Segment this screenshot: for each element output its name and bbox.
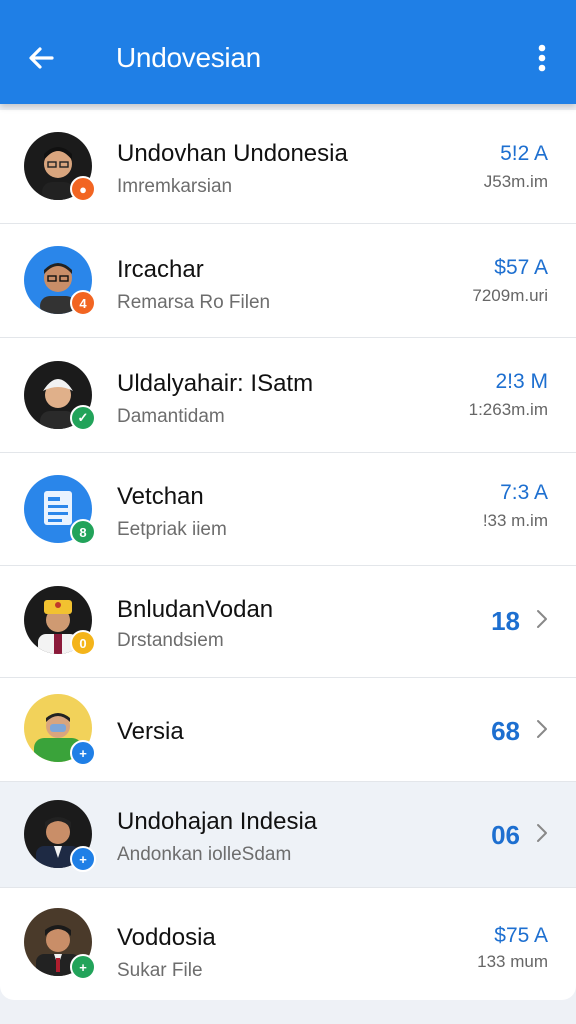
contact-name: Uldalyahair: ISatm: [117, 370, 314, 397]
status-badge: +: [70, 954, 96, 980]
status-badge: 4: [70, 290, 96, 316]
count-label: 68: [491, 716, 520, 746]
list-item[interactable]: 8 Vetchan Eetpriak iiem 7:3 A !33 m.im: [0, 453, 576, 566]
status-badge: ✓: [70, 405, 96, 431]
amount-label: $57 A: [494, 256, 548, 279]
list-item[interactable]: + Voddosia Sukar File $75 A 133 mum: [0, 888, 576, 1000]
contact-name: Voddosia: [117, 924, 216, 951]
page-title: Undovesian: [116, 42, 261, 73]
arrow-left-icon[interactable]: [22, 38, 62, 78]
app-bar: Undovesian: [0, 0, 576, 104]
contact-subtitle: Imremkarsian: [117, 176, 233, 197]
count-label: 18: [491, 606, 520, 636]
contact-subtitle: Drstandsiem: [117, 630, 224, 651]
contact-subtitle: Sukar File: [117, 960, 203, 981]
amount-label: 2!3 M: [495, 370, 548, 393]
list-item[interactable]: 0 BnludanVodan Drstandsiem 18: [0, 566, 576, 678]
contact-name: BnludanVodan: [117, 596, 274, 623]
status-badge: 8: [70, 519, 96, 545]
list-item[interactable]: + Undohajan Indesia Andonkan iolleSdam 0…: [0, 782, 576, 888]
contact-name: Ircachar: [117, 256, 204, 283]
list-item[interactable]: + Versia 68: [0, 678, 576, 782]
status-badge: +: [70, 740, 96, 766]
more-vert-icon[interactable]: [528, 40, 556, 76]
contact-subtitle: Damantidam: [117, 406, 225, 427]
list-item[interactable]: 4 Ircachar Remarsa Ro Filen $57 A 7209m.…: [0, 224, 576, 338]
list-item[interactable]: ● Undovhan Undonesia Imremkarsian 5!2 A …: [0, 110, 576, 224]
time-label: 133 mum: [477, 952, 548, 971]
contact-subtitle: Eetpriak iiem: [117, 519, 227, 540]
chevron-right-icon[interactable]: [534, 608, 550, 630]
amount-label: 5!2 A: [500, 142, 548, 165]
list-item[interactable]: ✓ Uldalyahair: ISatm Damantidam 2!3 M 1:…: [0, 338, 576, 453]
time-label: 7209m.uri: [472, 286, 548, 305]
amount-label: $75 A: [494, 924, 548, 947]
status-badge: 0: [70, 630, 96, 656]
contact-subtitle: Andonkan iolleSdam: [117, 844, 292, 865]
time-label: !33 m.im: [482, 511, 548, 530]
contact-name: Undovhan Undonesia: [117, 140, 348, 167]
contact-name: Versia: [117, 718, 184, 745]
status-badge: +: [70, 846, 96, 872]
status-badge: ●: [70, 176, 96, 202]
time-label: J53m.im: [483, 172, 548, 191]
contact-name: Vetchan: [117, 483, 204, 510]
contact-subtitle: Remarsa Ro Filen: [117, 292, 271, 313]
contact-name: Undohajan Indesia: [117, 808, 318, 835]
chevron-right-icon[interactable]: [534, 718, 550, 740]
amount-label: 7:3 A: [500, 481, 548, 504]
count-label: 06: [491, 820, 520, 850]
time-label: 1:263m.im: [468, 400, 548, 419]
contact-list: ● Undovhan Undonesia Imremkarsian 5!2 A …: [0, 110, 576, 1000]
chevron-right-icon[interactable]: [534, 822, 550, 844]
